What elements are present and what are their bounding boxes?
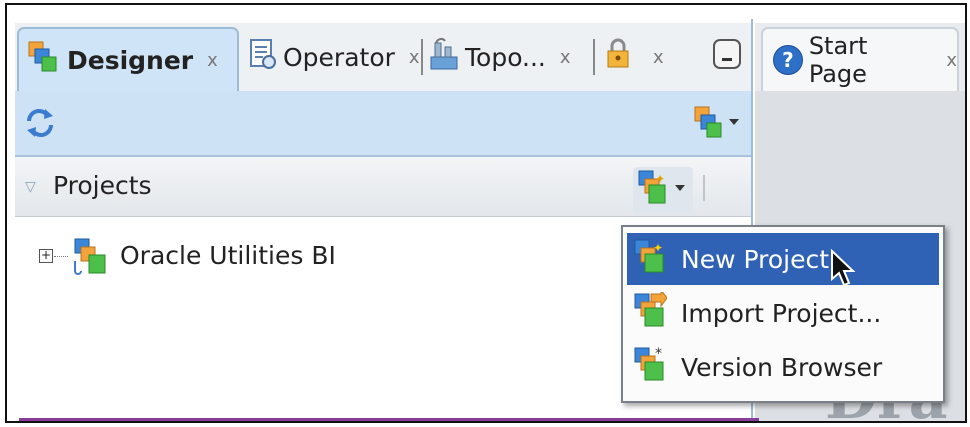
connect-navigator-icon[interactable] — [693, 105, 743, 145]
window-frame: Designer x Operator x Topo... x x ▽ Proj… — [5, 3, 967, 423]
tab-operator[interactable]: Operator x — [247, 29, 420, 85]
tab-label: Operator — [283, 42, 395, 72]
tree-connector — [54, 256, 68, 257]
menu-item-label: Version Browser — [681, 352, 883, 382]
svg-text:✦: ✦ — [653, 241, 663, 255]
tab-label: Start Page — [808, 32, 868, 88]
projects-title: Projects — [53, 171, 152, 200]
tab-start-page[interactable]: ? Start Page x — [761, 27, 959, 91]
import-project-icon — [633, 288, 668, 334]
mouse-pointer-icon — [830, 248, 856, 293]
new-project-icon: ✦ — [633, 238, 667, 280]
bottom-accent-line — [19, 418, 759, 421]
designer-icon — [27, 40, 61, 80]
tab-bar: Designer x Operator x Topo... x x — [15, 23, 752, 91]
close-icon[interactable]: x — [207, 50, 218, 71]
expand-node-icon[interactable]: + — [39, 249, 53, 263]
minimize-button[interactable] — [713, 39, 741, 69]
topology-icon — [429, 37, 459, 77]
project-folder-icon — [69, 235, 115, 281]
close-icon[interactable]: x — [409, 47, 420, 68]
designer-toolbar — [15, 91, 752, 157]
refresh-icon[interactable] — [23, 107, 57, 143]
tab-separator — [593, 39, 595, 75]
projects-header[interactable]: ▽ Projects ✦ — [15, 157, 752, 217]
tab-security[interactable]: x — [603, 29, 664, 85]
menu-item-import-project[interactable]: Import Project... — [627, 287, 939, 339]
menu-item-version-browser[interactable]: * Version Browser — [627, 341, 939, 393]
menu-item-label: New Project — [681, 244, 830, 274]
close-icon[interactable]: x — [560, 47, 571, 68]
svg-text:✦: ✦ — [655, 172, 665, 186]
tab-label: Topo... — [465, 42, 546, 72]
tab-topology[interactable]: Topo... x — [429, 29, 571, 85]
close-icon[interactable]: x — [946, 50, 957, 71]
operator-icon — [247, 38, 277, 76]
menu-item-label: Import Project... — [681, 298, 882, 328]
project-context-menu: ✦ New Project Import Project... * Versio… — [621, 225, 945, 403]
version-browser-icon: * — [633, 346, 667, 388]
menu-item-new-project[interactable]: ✦ New Project — [627, 233, 939, 285]
minimize-icon — [722, 58, 732, 61]
help-icon: ? — [773, 45, 803, 75]
svg-text:*: * — [655, 346, 662, 362]
project-menu-icon[interactable]: ✦ — [633, 167, 693, 213]
tree-item-label[interactable]: Oracle Utilities BI — [120, 241, 336, 270]
tab-separator — [421, 39, 423, 75]
lock-icon — [603, 37, 633, 77]
tab-label: Designer — [67, 45, 194, 75]
collapse-triangle-icon[interactable]: ▽ — [25, 179, 36, 195]
close-icon[interactable]: x — [653, 47, 664, 68]
tab-designer[interactable]: Designer x — [17, 27, 239, 91]
header-separator — [703, 175, 705, 201]
